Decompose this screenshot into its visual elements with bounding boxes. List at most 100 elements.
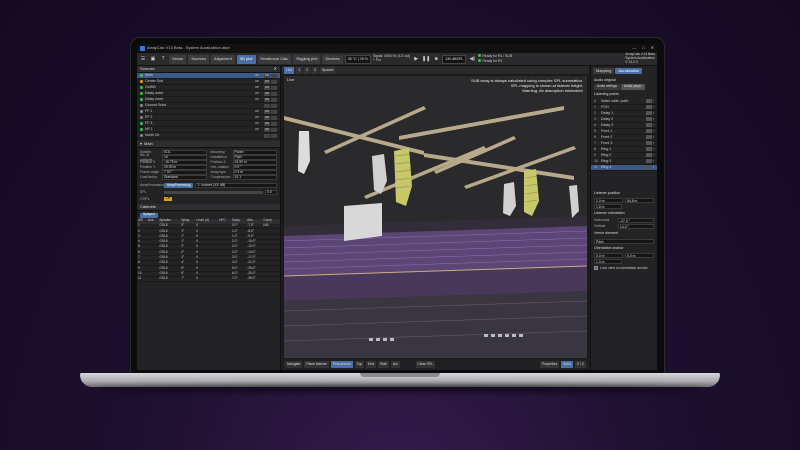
source-ap[interactable]: AP: [255, 127, 263, 132]
chevron-right-icon[interactable]: ›: [653, 129, 654, 133]
chevron-right-icon[interactable]: ›: [653, 165, 654, 169]
save-icon[interactable]: ▣: [149, 55, 157, 64]
stop-icon[interactable]: ■: [432, 55, 440, 64]
listening-point-toggle[interactable]: [645, 159, 652, 164]
prop-value[interactable]: 14.50 m: [232, 160, 277, 165]
edit-icon[interactable]: [271, 85, 277, 90]
edit-icon[interactable]: [271, 115, 277, 120]
edit-icon[interactable]: [271, 73, 277, 78]
source-on-toggle[interactable]: ON: [264, 109, 270, 114]
listening-point-toggle[interactable]: [645, 141, 652, 146]
tab-alignment[interactable]: Alignment: [211, 54, 235, 64]
chevron-right-icon[interactable]: ›: [653, 147, 654, 151]
listening-point-toggle[interactable]: [645, 117, 652, 122]
tab-headroom-calc[interactable]: Headroom Calc: [257, 54, 292, 64]
chevron-right-icon[interactable]: ›: [653, 105, 654, 109]
viewport-button[interactable]: First person: [330, 361, 353, 368]
edit-icon[interactable]: [271, 127, 277, 132]
edit-icon[interactable]: [271, 103, 277, 108]
chevron-right-icon[interactable]: ›: [653, 159, 654, 163]
chevron-right-icon[interactable]: ›: [653, 153, 654, 157]
prop-value[interactable]: 16: [162, 155, 207, 160]
listening-point-toggle[interactable]: [645, 135, 652, 140]
listening-point-toggle[interactable]: [645, 123, 652, 128]
prop-value[interactable]: -16.75 m: [162, 160, 207, 165]
help-icon[interactable]: ?: [159, 55, 167, 64]
listener-y-input[interactable]: 54.8 m: [625, 197, 654, 203]
ver-input[interactable]: 14.0 °: [618, 224, 654, 230]
viewport-button[interactable]: Properties: [539, 361, 560, 368]
chevron-down-icon[interactable]: ▾: [140, 141, 142, 147]
listening-point-toggle[interactable]: [645, 165, 652, 170]
audio-settings-button[interactable]: Audio settings: [594, 84, 621, 91]
maximize-icon[interactable]: □: [642, 45, 644, 51]
source-on-toggle[interactable]: ON: [264, 127, 270, 132]
spl-value[interactable]: 0.0: [265, 190, 277, 195]
edit-icon[interactable]: [271, 97, 277, 102]
viewport-button[interactable]: Iso: [390, 361, 400, 368]
source-ap[interactable]: AP: [255, 121, 263, 126]
audio-player-button[interactable]: Audio player: [621, 84, 645, 91]
play-icon[interactable]: ▶: [412, 55, 420, 64]
source-ap[interactable]: AP: [255, 91, 263, 96]
chevron-right-icon[interactable]: ›: [653, 135, 654, 139]
source-ap[interactable]: AP: [255, 97, 263, 102]
prop-value[interactable]: 7.00 °: [162, 170, 207, 175]
minimize-icon[interactable]: —: [632, 45, 636, 51]
listening-point-toggle[interactable]: [645, 129, 652, 134]
listening-point-toggle[interactable]: [645, 153, 652, 158]
tab-auralization[interactable]: Auralization: [615, 68, 643, 74]
viewport-tab[interactable]: 3: [312, 66, 318, 74]
tab-venue[interactable]: Venue: [169, 54, 187, 64]
tab-rigging-plot[interactable]: Rigging plot: [293, 54, 321, 64]
tab-devices[interactable]: Devices: [322, 54, 343, 64]
viewport-tab[interactable]: Live: [284, 66, 295, 74]
source-on-toggle[interactable]: ON: [264, 85, 270, 90]
spl-field[interactable]: 130 dBSPL: [442, 54, 467, 64]
edit-icon[interactable]: [271, 91, 277, 96]
anchor-x-input[interactable]: 0.0 m: [594, 252, 623, 258]
spl-slider[interactable]: [164, 191, 263, 194]
processing-mode-select[interactable]: 1: concert (XX dB): [195, 183, 277, 188]
prop-value[interactable]: 19.00 m: [162, 165, 207, 170]
source-on-toggle[interactable]: ON: [264, 97, 270, 102]
prop-value[interactable]: 10.1: [232, 175, 277, 180]
prop-value[interactable]: Flown: [232, 150, 277, 155]
listening-point-toggle[interactable]: [645, 147, 652, 152]
viewport-button[interactable]: Place listener: [304, 361, 329, 368]
prop-value[interactable]: 0.3 m: [232, 170, 277, 175]
source-on-toggle[interactable]: ON: [264, 115, 270, 120]
chevron-right-icon[interactable]: ›: [653, 141, 654, 145]
tab-splayed[interactable]: Splayed: [140, 212, 158, 218]
prop-value[interactable]: 0.0 °: [232, 165, 277, 170]
source-on-toggle[interactable]: [264, 133, 270, 138]
source-ap[interactable]: AP: [255, 85, 263, 90]
listening-point-item[interactable]: 11 Ring 4 ›: [591, 164, 657, 171]
listening-point-toggle[interactable]: [645, 111, 652, 116]
viewport-button[interactable]: End: [366, 361, 377, 368]
close-icon[interactable]: ✕: [651, 45, 654, 51]
viewport-button[interactable]: Solid: [561, 361, 573, 368]
chevron-right-icon[interactable]: ›: [653, 111, 654, 115]
table-cell[interactable]: GSL8: [158, 276, 181, 283]
viewport-button[interactable]: Navigate: [285, 361, 303, 368]
csp-toggle[interactable]: Off: [164, 196, 173, 201]
edit-icon[interactable]: [271, 121, 277, 126]
close-panel-icon[interactable]: ✕: [274, 66, 277, 72]
viewport-button[interactable]: Clear SPL: [415, 361, 435, 368]
edit-icon[interactable]: [271, 133, 277, 138]
listener-z-input[interactable]: 1.8 m: [594, 203, 622, 209]
chevron-right-icon[interactable]: ›: [653, 117, 654, 121]
tab-mapping[interactable]: Mapping: [593, 68, 615, 74]
edit-icon[interactable]: [271, 109, 277, 114]
edit-icon[interactable]: [271, 79, 277, 84]
prop-value[interactable]: Standard: [162, 175, 207, 180]
prop-value[interactable]: Flyer: [232, 155, 277, 160]
source-on-toggle[interactable]: ON: [264, 73, 270, 78]
source-ap[interactable]: AP: [255, 109, 263, 114]
listening-point-toggle[interactable]: [645, 99, 652, 104]
speaker-icon[interactable]: ◀): [468, 55, 476, 64]
viewport-tab[interactable]: 1: [296, 66, 303, 74]
anchor-y-input[interactable]: 0.0 m: [625, 252, 654, 258]
source-on-toggle[interactable]: ON: [264, 121, 270, 126]
